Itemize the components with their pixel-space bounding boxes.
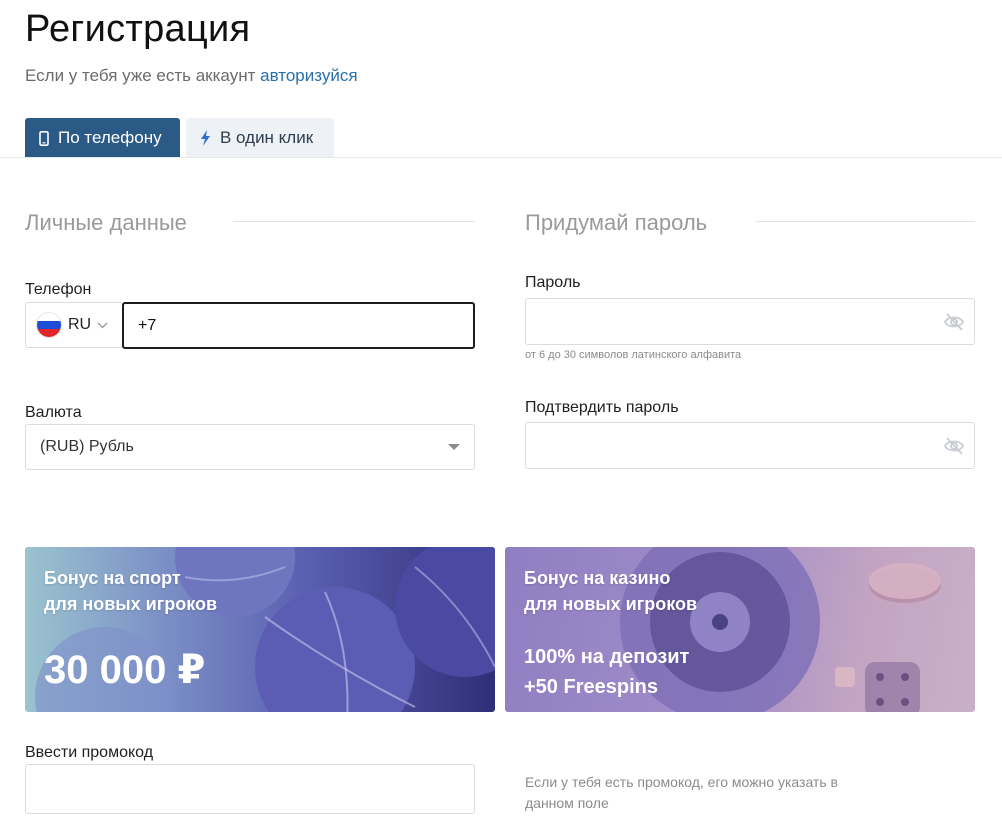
page-title: Регистрация: [25, 8, 251, 50]
password-hint: от 6 до 30 символов латинского алфавита: [525, 349, 742, 361]
tab-by-phone-label: По телефону: [58, 128, 162, 147]
eye-off-icon[interactable]: [943, 435, 965, 462]
country-code: RU: [68, 316, 92, 333]
password-field[interactable]: [525, 298, 975, 345]
phone-input[interactable]: [122, 302, 475, 349]
casino-bonus-line1: Бонус на казино: [524, 568, 671, 588]
registration-tabs: По телефону В один клик: [25, 118, 334, 158]
tab-one-click[interactable]: В один клик: [186, 118, 334, 158]
password-section-title: Придумай пароль: [525, 210, 708, 235]
sport-bonus-banner[interactable]: Бонус на спорт для новых игроков 30 000 …: [25, 547, 495, 712]
currency-value: (RUB) Рубль: [40, 438, 134, 455]
sport-bonus-line1: Бонус на спорт: [44, 568, 181, 588]
country-selector[interactable]: RU: [25, 302, 122, 348]
lightning-icon: [200, 130, 211, 146]
casino-bonus-line2: для новых игроков: [524, 594, 698, 614]
personal-data-divider: [233, 221, 475, 222]
currency-select[interactable]: (RUB) Рубль: [25, 424, 475, 470]
sport-bonus-amount: 30 000 ₽: [44, 648, 206, 692]
casino-bonus-title: Бонус на казино для новых игроков: [524, 565, 697, 617]
sport-bonus-title: Бонус на спорт для новых игроков: [44, 565, 217, 617]
confirm-password-field[interactable]: [525, 422, 975, 469]
promo-hint: Если у тебя есть промокод, его можно ука…: [525, 774, 838, 811]
phone-label: Телефон: [25, 281, 92, 298]
password-section-divider: [756, 221, 975, 222]
russia-flag-icon: [36, 312, 62, 338]
confirm-password-input[interactable]: [526, 423, 974, 468]
promo-label: Ввести промокод: [25, 744, 154, 761]
sport-bonus-line2: для новых игроков: [44, 594, 218, 614]
eye-off-icon[interactable]: [943, 311, 965, 338]
personal-data-title: Личные данные: [25, 210, 187, 235]
casino-bonus-banner[interactable]: Бонус на казино для новых игроков 100% н…: [505, 547, 975, 712]
casino-bonus-offer: 100% на депозит +50 Freespins: [524, 642, 689, 702]
casino-bonus-offer2: +50 Freespins: [524, 676, 658, 698]
tab-by-phone[interactable]: По телефону: [25, 118, 180, 158]
login-link[interactable]: авторизуйся: [260, 66, 357, 85]
casino-bonus-offer1: 100% на депозит: [524, 646, 690, 668]
currency-label: Валюта: [25, 404, 82, 421]
phone-icon: [39, 130, 49, 146]
chevron-down-icon: [97, 322, 108, 329]
confirm-password-label: Подтвердить пароль: [525, 399, 679, 416]
tabs-divider: [0, 157, 1002, 158]
login-prompt: Если у тебя уже есть аккаунт авторизуйся: [25, 66, 358, 86]
password-input[interactable]: [526, 299, 974, 344]
password-label: Пароль: [525, 274, 581, 291]
promo-code-input[interactable]: [25, 764, 475, 814]
dropdown-caret-icon: [448, 444, 460, 450]
login-prompt-text: Если у тебя уже есть аккаунт: [25, 66, 256, 85]
tab-one-click-label: В один клик: [220, 128, 314, 147]
